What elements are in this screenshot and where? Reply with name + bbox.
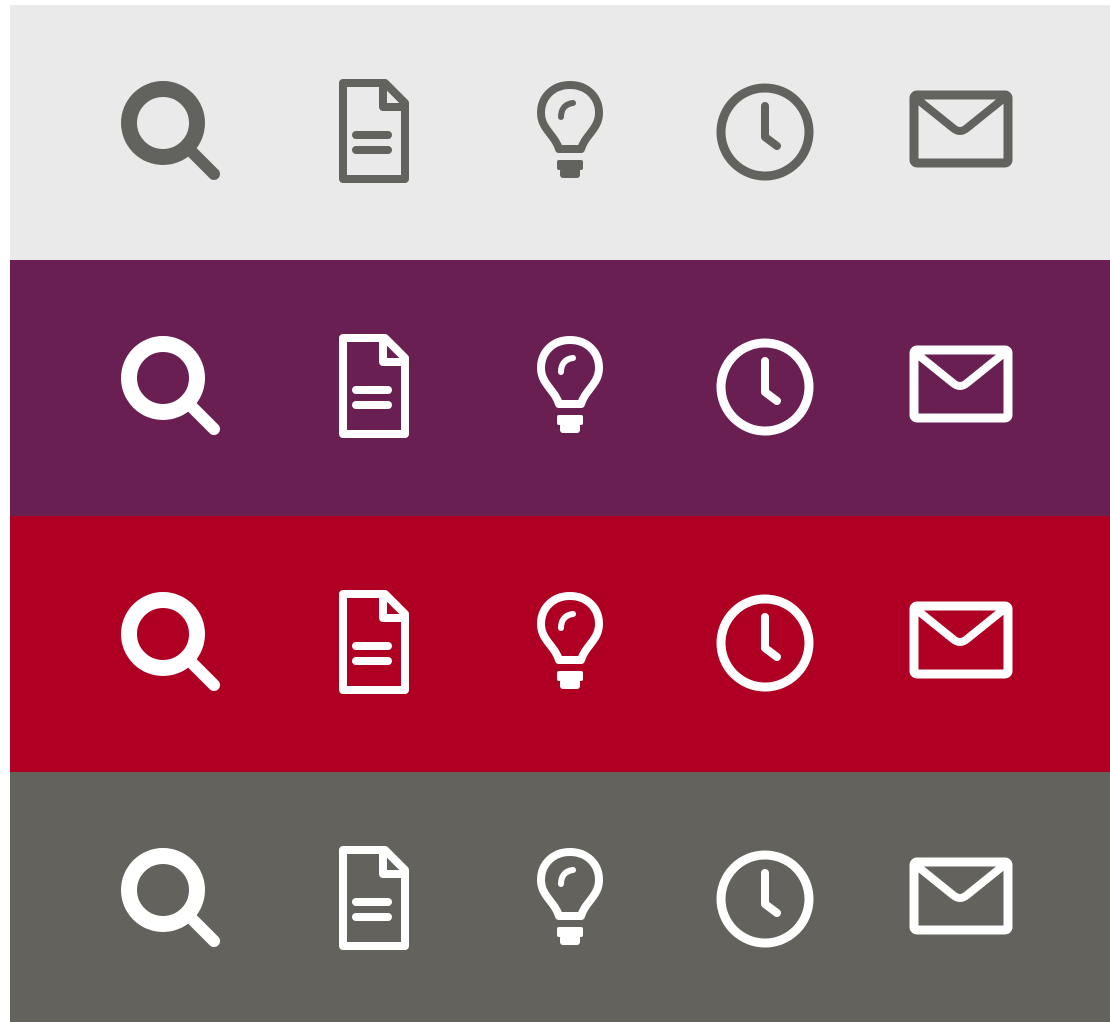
- search-icon: [120, 77, 230, 187]
- lightbulb-icon: [515, 332, 625, 442]
- envelope-icon: [905, 77, 1015, 187]
- clock-icon: [710, 77, 820, 187]
- envelope-icon: [905, 332, 1015, 442]
- clock-icon: [710, 844, 820, 954]
- search-icon: [120, 588, 230, 698]
- icon-row-dark-gray: [10, 772, 1110, 1022]
- envelope-icon: [905, 588, 1015, 698]
- icon-row-purple: [10, 260, 1110, 516]
- envelope-icon: [905, 844, 1015, 954]
- document-icon: [325, 844, 435, 954]
- clock-icon: [710, 332, 820, 442]
- lightbulb-icon: [515, 77, 625, 187]
- lightbulb-icon: [515, 588, 625, 698]
- document-icon: [325, 332, 435, 442]
- search-icon: [120, 332, 230, 442]
- icon-sheet: [10, 5, 1110, 1022]
- document-icon: [325, 77, 435, 187]
- icon-row-light-gray: [10, 5, 1110, 260]
- document-icon: [325, 588, 435, 698]
- icon-row-crimson: [10, 516, 1110, 772]
- clock-icon: [710, 588, 820, 698]
- lightbulb-icon: [515, 844, 625, 954]
- search-icon: [120, 844, 230, 954]
